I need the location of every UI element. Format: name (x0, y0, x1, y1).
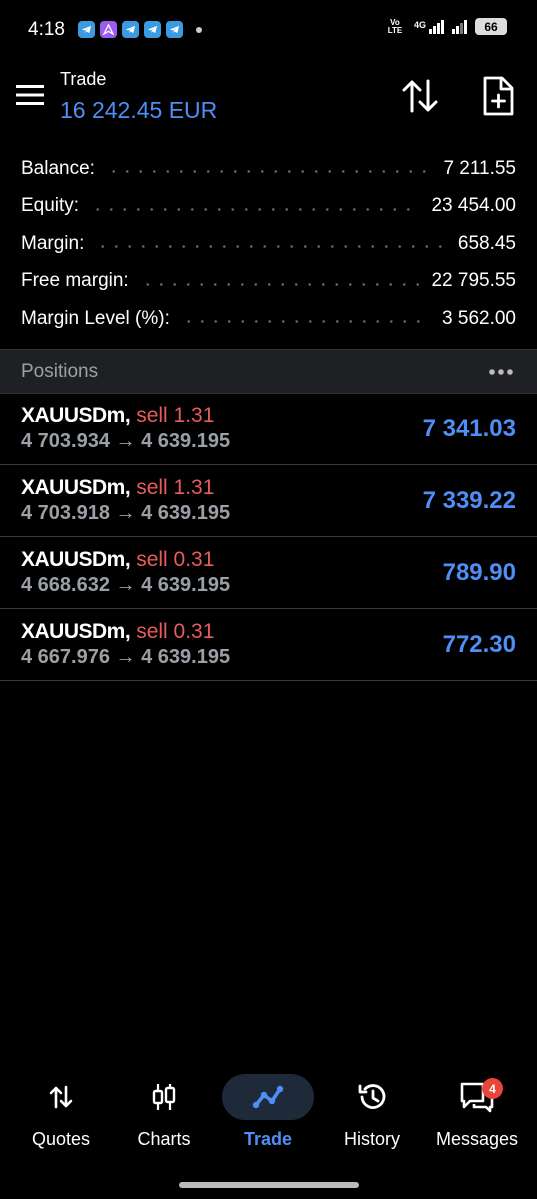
summary-label: Margin Level (%): (21, 307, 170, 329)
positions-section-header: Positions (0, 349, 537, 394)
summary-label: Free margin: (21, 270, 129, 292)
nav-history[interactable]: History (322, 1068, 422, 1168)
nav-label: Quotes (31, 1129, 91, 1149)
nav-label: History (343, 1129, 400, 1149)
nav-icon-container (15, 1074, 107, 1120)
nav-charts[interactable]: Charts (114, 1068, 214, 1168)
status-time: 4:18 (28, 19, 65, 40)
trade-icon (252, 1085, 284, 1109)
home-indicator[interactable] (179, 1182, 359, 1188)
notification-icons (78, 21, 202, 38)
dotted-leader (181, 320, 431, 324)
summary-label: Balance: (21, 157, 95, 179)
position-row[interactable]: XAUUSDm, sell 0.31 4 668.632 → 4 639.195 … (0, 537, 537, 609)
position-symbol: XAUUSDm, (21, 404, 131, 427)
position-type: sell 1.31 (136, 476, 215, 499)
network-type: 4G (413, 19, 426, 30)
summary-row-balance: Balance: 7 211.55 (21, 150, 516, 188)
app-icon (100, 21, 117, 38)
position-title: XAUUSDm, sell 0.31 (21, 548, 214, 572)
summary-row-free-margin: Free margin: 22 795.55 (21, 263, 516, 301)
bottom-navigation: Quotes Charts Trade History 4 Messages (0, 1068, 537, 1168)
dotted-leader (91, 207, 420, 211)
nav-icon-container (118, 1074, 210, 1120)
system-icons: Vo LTE 4G 66 (384, 18, 507, 35)
nav-label: Trade (243, 1129, 293, 1149)
summary-value: 22 795.55 (431, 270, 516, 292)
account-summary: Balance: 7 211.55 Equity: 23 454.00 Marg… (21, 150, 516, 338)
account-balance: 16 242.45 EUR (60, 97, 218, 123)
position-prices: 4 703.918 → 4 639.195 (21, 502, 231, 524)
position-title: XAUUSDm, sell 1.31 (21, 404, 214, 428)
more-notifications-dot (196, 26, 202, 33)
position-type: sell 1.31 (136, 404, 215, 427)
nav-quotes[interactable]: Quotes (11, 1068, 111, 1168)
position-symbol: XAUUSDm, (21, 548, 131, 571)
position-prices: 4 668.632 → 4 639.195 (21, 574, 231, 596)
summary-value: 7 211.55 (443, 157, 516, 179)
summary-label: Equity: (21, 195, 80, 217)
summary-value: 23 454.00 (431, 195, 516, 217)
dotted-leader (96, 245, 446, 249)
nav-trade[interactable]: Trade (218, 1068, 318, 1168)
summary-row-margin: Margin: 658.45 (21, 225, 516, 263)
position-profit: 7 341.03 (422, 415, 516, 442)
summary-row-margin-level: Margin Level (%): 3 562.00 (21, 300, 516, 338)
nav-label: Charts (137, 1129, 191, 1149)
status-bar: 4:18 Vo LTE 4G 66 (0, 0, 537, 60)
position-symbol: XAUUSDm, (21, 476, 131, 499)
nav-icon-container (222, 1074, 314, 1120)
position-row[interactable]: XAUUSDm, sell 1.31 4 703.918 → 4 639.195 … (0, 465, 537, 537)
position-type: sell 0.31 (136, 548, 215, 571)
positions-title: Positions (21, 361, 99, 382)
battery-icon: 66 (475, 18, 507, 35)
position-profit: 789.90 (442, 559, 516, 586)
new-order-icon[interactable] (482, 76, 514, 116)
page-title: Trade (60, 69, 107, 89)
sort-icon[interactable] (401, 78, 439, 114)
summary-value: 658.45 (457, 232, 516, 254)
position-profit: 7 339.22 (422, 487, 516, 514)
nav-messages[interactable]: 4 Messages (427, 1068, 527, 1168)
signal-icon-2 (452, 19, 467, 34)
telegram-icon (144, 21, 161, 38)
nav-label: Messages (435, 1129, 519, 1149)
telegram-icon (166, 21, 183, 38)
position-profit: 772.30 (442, 631, 516, 658)
telegram-icon (122, 21, 139, 38)
menu-icon[interactable] (16, 84, 44, 106)
position-prices: 4 703.934 → 4 639.195 (21, 430, 231, 452)
dotted-leader (106, 170, 432, 174)
position-title: XAUUSDm, sell 0.31 (21, 620, 214, 644)
messages-badge: 4 (482, 1078, 503, 1099)
summary-row-equity: Equity: 23 454.00 (21, 188, 516, 226)
quotes-icon (49, 1085, 73, 1109)
position-row[interactable]: XAUUSDm, sell 1.31 4 703.934 → 4 639.195 … (0, 393, 537, 465)
position-prices: 4 667.976 → 4 639.195 (21, 646, 231, 668)
position-symbol: XAUUSDm, (21, 620, 131, 643)
summary-value: 3 562.00 (442, 307, 516, 329)
position-type: sell 0.31 (136, 620, 215, 643)
more-options-icon[interactable] (488, 368, 514, 376)
history-icon (358, 1084, 386, 1109)
app-header: Trade 16 242.45 EUR (0, 60, 537, 140)
position-row[interactable]: XAUUSDm, sell 0.31 4 667.976 → 4 639.195 … (0, 609, 537, 681)
positions-list: XAUUSDm, sell 1.31 4 703.934 → 4 639.195 … (0, 393, 537, 681)
summary-label: Margin: (21, 232, 85, 254)
position-title: XAUUSDm, sell 1.31 (21, 476, 214, 500)
charts-icon (152, 1084, 176, 1110)
volte-indicator: Vo LTE (387, 17, 403, 35)
telegram-icon (78, 21, 95, 38)
signal-icon: 4G (413, 19, 444, 34)
dotted-leader (140, 282, 420, 286)
nav-icon-container (431, 1074, 523, 1120)
nav-icon-container (326, 1074, 418, 1120)
